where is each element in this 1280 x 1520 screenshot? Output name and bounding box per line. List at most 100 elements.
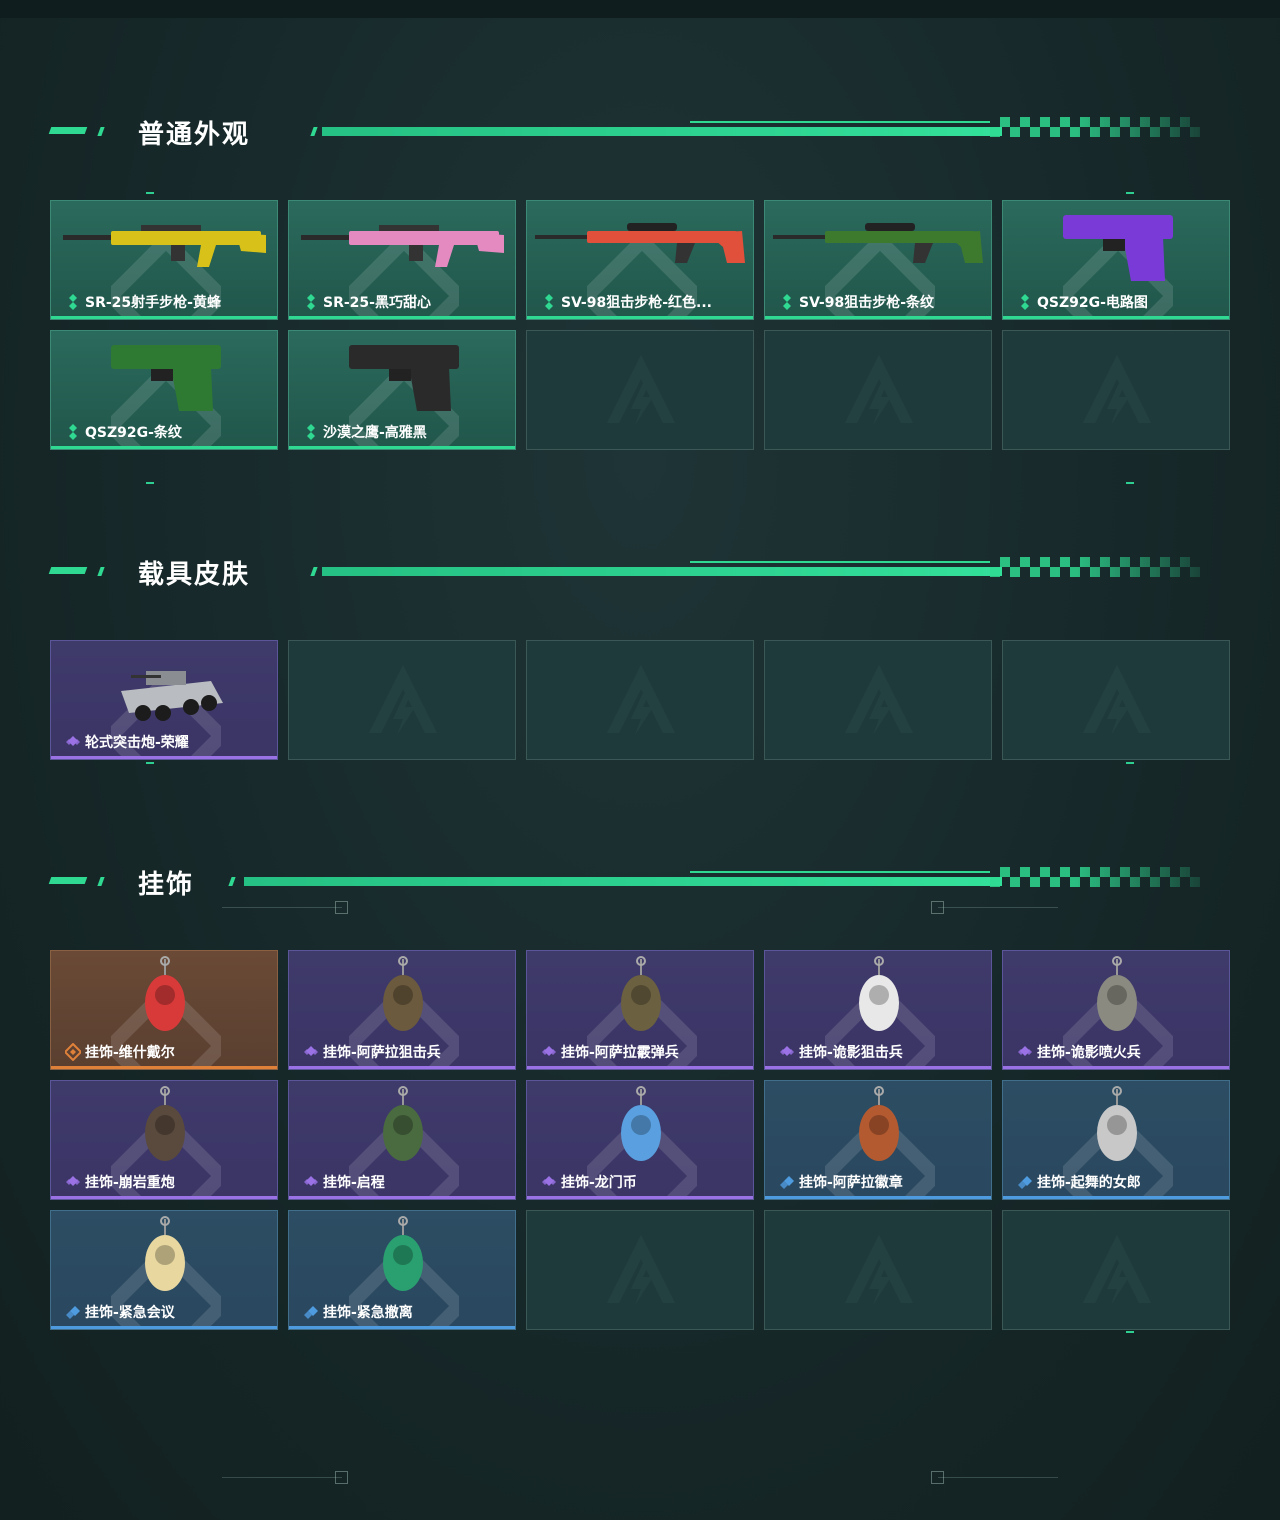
rarity-bar xyxy=(51,316,277,319)
item-card[interactable]: 挂饰-维什戴尔 xyxy=(50,950,278,1070)
item-label: 挂饰-紧急会议 xyxy=(85,1305,175,1321)
item-card[interactable]: QSZ92G-电路图 xyxy=(1002,200,1230,320)
item-card[interactable]: QSZ92G-条纹 xyxy=(50,330,278,450)
charm-icon xyxy=(51,1081,277,1176)
item-card[interactable]: 挂饰-紧急撤离 xyxy=(288,1210,516,1330)
pistol-icon xyxy=(51,331,277,426)
rarity-purple-icon xyxy=(65,1173,81,1191)
item-card[interactable]: 挂饰-起舞的女郎 xyxy=(1002,1080,1230,1200)
item-card[interactable]: 挂饰-紧急会议 xyxy=(50,1210,278,1330)
item-card[interactable]: 挂饰-诡影喷火兵 xyxy=(1002,950,1230,1070)
rarity-green-icon xyxy=(303,293,319,311)
rarity-purple-icon xyxy=(541,1173,557,1191)
rarity-bar xyxy=(51,1196,277,1199)
item-label: 挂饰-维什戴尔 xyxy=(85,1045,175,1061)
charm-icon xyxy=(51,951,277,1046)
game-logo-icon xyxy=(367,663,439,739)
game-logo-icon xyxy=(605,1233,677,1309)
rarity-bar xyxy=(289,1326,515,1329)
hud-square xyxy=(931,1471,944,1484)
game-logo-icon xyxy=(605,353,677,429)
charm-icon xyxy=(527,951,753,1046)
game-logo-icon xyxy=(843,663,915,739)
rarity-bar xyxy=(51,1066,277,1069)
empty-slot xyxy=(764,330,992,450)
section-header-charms: 挂饰 xyxy=(48,867,1200,900)
top-bar xyxy=(0,0,1280,18)
item-label: QSZ92G-电路图 xyxy=(1037,295,1148,311)
pistol-icon xyxy=(289,331,515,426)
empty-slot xyxy=(526,330,754,450)
rarity-purple-icon xyxy=(541,1043,557,1061)
item-card[interactable]: 挂饰-龙门币 xyxy=(526,1080,754,1200)
pistol-icon xyxy=(1003,201,1229,296)
section-title: 挂饰 xyxy=(138,870,195,900)
rarity-purple-icon xyxy=(303,1043,319,1061)
section-title: 载具皮肤 xyxy=(138,560,251,590)
item-card[interactable]: SV-98狙击步枪-红色... xyxy=(526,200,754,320)
charm-icon xyxy=(51,1211,277,1306)
item-label: SR-25射手步枪-黄蜂 xyxy=(85,295,221,311)
item-label: 挂饰-阿萨拉霰弹兵 xyxy=(561,1045,679,1061)
empty-slot xyxy=(1002,1210,1230,1330)
item-label: SV-98狙击步枪-条纹 xyxy=(799,295,935,311)
item-card[interactable]: 挂饰-启程 xyxy=(288,1080,516,1200)
empty-slot xyxy=(1002,640,1230,760)
item-label: 轮式突击炮-荣耀 xyxy=(85,735,189,751)
item-label: 挂饰-起舞的女郎 xyxy=(1037,1175,1141,1191)
game-logo-icon xyxy=(1081,353,1153,429)
rarity-bar xyxy=(51,1326,277,1329)
rarity-purple-icon xyxy=(65,733,81,751)
rarity-bar xyxy=(765,316,991,319)
game-logo-icon xyxy=(605,663,677,739)
rarity-green-icon xyxy=(779,293,795,311)
hud-square xyxy=(335,901,348,914)
hud-tick xyxy=(146,482,154,484)
hud-line xyxy=(222,1477,342,1478)
rarity-bar xyxy=(51,756,277,759)
game-logo-icon xyxy=(1081,663,1153,739)
charms-grid: 挂饰-维什戴尔 挂饰-阿萨拉狙击兵 挂饰-阿萨拉霰弹兵 挂饰-诡影狙击兵 挂饰-诡影喷火… xyxy=(50,950,1230,1330)
item-card[interactable]: 挂饰-阿萨拉徽章 xyxy=(764,1080,992,1200)
rarity-purple-icon xyxy=(303,1173,319,1191)
game-logo-icon xyxy=(843,353,915,429)
empty-slot xyxy=(526,640,754,760)
item-card[interactable]: SR-25射手步枪-黄蜂 xyxy=(50,200,278,320)
rarity-bar xyxy=(289,446,515,449)
charm-icon xyxy=(289,1081,515,1176)
item-card[interactable]: 轮式突击炮-荣耀 xyxy=(50,640,278,760)
rarity-bar xyxy=(1003,1066,1229,1069)
vehicle-grid: 轮式突击炮-荣耀 xyxy=(50,640,1230,760)
hud-square xyxy=(931,901,944,914)
item-label: 挂饰-紧急撤离 xyxy=(323,1305,413,1321)
item-label: 挂饰-崩岩重炮 xyxy=(85,1175,175,1191)
sniper-rifle-icon xyxy=(527,201,753,296)
item-label: 沙漠之鹰-高雅黑 xyxy=(323,425,427,441)
rarity-green-icon xyxy=(303,423,319,441)
empty-slot xyxy=(764,1210,992,1330)
rarity-purple-icon xyxy=(1017,1043,1033,1061)
item-card[interactable]: 沙漠之鹰-高雅黑 xyxy=(288,330,516,450)
section-header-vehicles: 载具皮肤 xyxy=(48,557,1200,590)
charm-icon xyxy=(765,951,991,1046)
skins-grid: SR-25射手步枪-黄蜂 SR-25-黑巧甜心 SV-98狙击步枪-红色... SV-… xyxy=(50,200,1230,450)
rarity-orange-icon xyxy=(63,1042,83,1062)
empty-slot xyxy=(526,1210,754,1330)
hud-tick xyxy=(1126,762,1134,764)
item-label: 挂饰-诡影喷火兵 xyxy=(1037,1045,1141,1061)
item-card[interactable]: SR-25-黑巧甜心 xyxy=(288,200,516,320)
hud-tick xyxy=(1126,1331,1134,1333)
rarity-bar xyxy=(527,1196,753,1199)
item-card[interactable]: SV-98狙击步枪-条纹 xyxy=(764,200,992,320)
rarity-blue-icon xyxy=(303,1303,319,1321)
empty-slot xyxy=(764,640,992,760)
rarity-purple-icon xyxy=(779,1043,795,1061)
item-card[interactable]: 挂饰-阿萨拉狙击兵 xyxy=(288,950,516,1070)
item-label: SR-25-黑巧甜心 xyxy=(323,295,431,311)
charm-icon xyxy=(765,1081,991,1176)
item-card[interactable]: 挂饰-阿萨拉霰弹兵 xyxy=(526,950,754,1070)
item-card[interactable]: 挂饰-诡影狙击兵 xyxy=(764,950,992,1070)
rarity-bar xyxy=(527,316,753,319)
item-card[interactable]: 挂饰-崩岩重炮 xyxy=(50,1080,278,1200)
section-header-skins: 普通外观 xyxy=(48,117,1200,150)
